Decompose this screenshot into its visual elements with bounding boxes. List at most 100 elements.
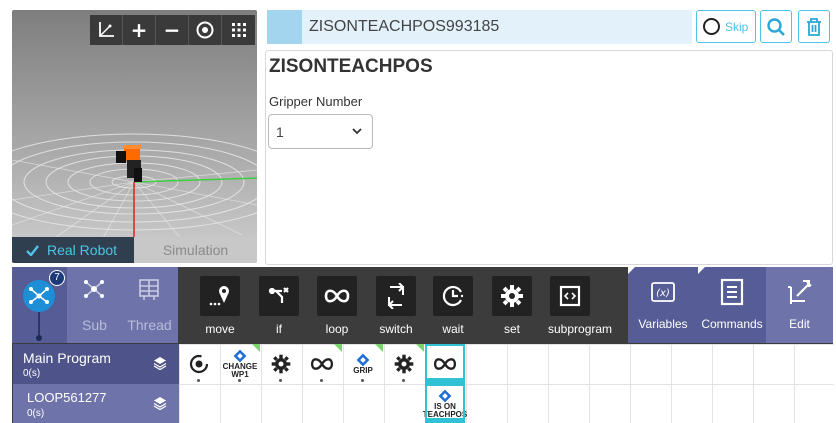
program-count-badge: 7 xyxy=(49,270,65,286)
program-timeline: Main Program 0(s) LOOP561277 0(s) CHANGE… xyxy=(12,343,834,423)
skip-label: Skip xyxy=(725,19,749,34)
loop-block[interactable] xyxy=(302,344,342,384)
robot-mode-toggle: Real Robot Simulation xyxy=(12,237,257,263)
move-command[interactable]: move xyxy=(198,276,242,336)
thread-icon xyxy=(139,279,159,300)
loop-program-row[interactable]: LOOP561277 0(s) xyxy=(13,384,179,423)
wait-label: wait xyxy=(442,322,464,336)
subprogram-label: subprogram xyxy=(548,322,613,336)
tab-sub[interactable]: Sub xyxy=(67,267,122,343)
real-robot-label: Real Robot xyxy=(47,242,118,258)
sub-program-icon xyxy=(84,280,104,298)
set-label: set xyxy=(503,322,520,336)
set-icon xyxy=(501,285,523,307)
block-label: CHANGE WP1 xyxy=(222,362,258,379)
switch-command[interactable]: switch xyxy=(374,276,418,336)
trash-icon xyxy=(807,17,821,36)
loop-icon xyxy=(433,358,457,370)
delete-button[interactable] xyxy=(798,10,830,43)
command-toolbar: 7 Sub Thread move if loop switch wait se… xyxy=(12,267,833,343)
start-block[interactable] xyxy=(179,344,219,384)
layers-icon[interactable] xyxy=(153,356,167,370)
search-button[interactable] xyxy=(760,10,792,43)
properties-title: ZISONTEACHPOS xyxy=(269,56,433,77)
edit-label: Edit xyxy=(789,317,810,331)
block-label: GRIP xyxy=(353,366,373,375)
subprogram-command[interactable]: subprogram xyxy=(548,276,613,336)
zoom-out-icon[interactable]: − xyxy=(156,15,189,45)
variables-icon: (x) xyxy=(651,282,675,302)
if-icon xyxy=(268,287,289,303)
sub-label: Sub xyxy=(82,317,107,333)
block-grid: CHANGE WP1 GRIP IS ON TEACHPOS xyxy=(179,344,834,423)
diamond-command-icon xyxy=(356,353,370,367)
program-row-time: 0(s) xyxy=(27,408,45,419)
svg-text:(x): (x) xyxy=(656,288,670,299)
check-icon xyxy=(26,244,39,256)
loop-icon xyxy=(310,358,334,370)
if-label: if xyxy=(276,322,282,336)
main-program-row[interactable]: Main Program 0(s) xyxy=(13,344,179,384)
diamond-command-icon xyxy=(233,349,247,363)
skip-toggle-icon xyxy=(703,18,720,35)
loop-icon xyxy=(324,289,350,303)
gripper-number-value: 1 xyxy=(276,123,284,140)
subprogram-icon xyxy=(559,285,581,307)
variables-button[interactable]: (x) Variables xyxy=(628,267,698,343)
program-row-name: Main Program xyxy=(23,350,111,366)
set-block[interactable] xyxy=(261,344,301,384)
chevron-down-icon xyxy=(352,128,362,135)
wait-command[interactable]: wait xyxy=(431,276,475,336)
gripper-number-select[interactable]: 1 xyxy=(268,114,373,149)
loop-block-selected[interactable] xyxy=(425,344,465,384)
eye-icon[interactable] xyxy=(189,15,222,45)
simulation-label: Simulation xyxy=(162,242,229,258)
commands-label: Commands xyxy=(701,317,763,331)
program-row-name: LOOP561277 xyxy=(27,390,107,405)
gear-icon xyxy=(394,354,414,374)
loop-command[interactable]: loop xyxy=(315,276,359,336)
robot-3d-viewport[interactable]: + − Real Robot Simulation xyxy=(12,10,257,263)
if-command[interactable]: if xyxy=(257,276,301,336)
wait-icon xyxy=(442,285,464,307)
real-robot-tab[interactable]: Real Robot xyxy=(12,237,134,263)
set-command[interactable]: set xyxy=(490,276,534,336)
move-icon xyxy=(209,286,229,306)
program-row-time: 0(s) xyxy=(23,368,41,379)
variables-label: Variables xyxy=(638,317,688,331)
axes-icon[interactable] xyxy=(90,15,123,45)
set-block[interactable] xyxy=(384,344,424,384)
view-toolbar: + − xyxy=(90,15,255,45)
is-on-teachpos-block[interactable]: IS ON TEACHPOS xyxy=(422,384,468,423)
layers-icon[interactable] xyxy=(153,396,167,410)
tab-main-program[interactable]: 7 xyxy=(12,267,67,343)
edit-icon xyxy=(787,280,812,304)
zoom-in-icon[interactable]: + xyxy=(123,15,156,45)
switch-label: switch xyxy=(379,322,413,336)
command-palette: move if loop switch wait set subprogram xyxy=(178,267,628,343)
command-properties-panel: ZISONTEACHPOS Gripper Number 1 xyxy=(265,50,833,265)
skip-button[interactable]: Skip xyxy=(696,10,756,43)
simulation-tab[interactable]: Simulation xyxy=(134,237,257,263)
gripper-number-label: Gripper Number xyxy=(269,94,363,109)
grip-block[interactable]: GRIP xyxy=(343,344,383,384)
robot-scene xyxy=(12,133,257,241)
diamond-command-icon xyxy=(438,389,452,403)
move-label: move xyxy=(205,322,235,336)
tab-thread[interactable]: Thread xyxy=(122,267,177,343)
loop-label: loop xyxy=(325,322,349,336)
grid-icon[interactable] xyxy=(222,15,255,45)
commands-button[interactable]: Commands xyxy=(698,267,766,343)
program-tabs: 7 Sub Thread xyxy=(12,267,178,343)
thread-label: Thread xyxy=(127,317,172,333)
change-wp1-block[interactable]: CHANGE WP1 xyxy=(220,344,260,384)
edit-button[interactable]: Edit xyxy=(766,267,833,343)
gear-icon xyxy=(271,354,291,374)
command-name: ZISONTEACHPOS993185 xyxy=(309,18,500,35)
start-icon xyxy=(189,354,209,374)
switch-icon xyxy=(387,283,405,309)
block-label: IS ON TEACHPOS xyxy=(422,402,468,419)
commands-icon xyxy=(720,278,744,306)
command-name-bar[interactable]: ZISONTEACHPOS993185 xyxy=(267,10,692,44)
command-color-swatch xyxy=(267,10,302,44)
